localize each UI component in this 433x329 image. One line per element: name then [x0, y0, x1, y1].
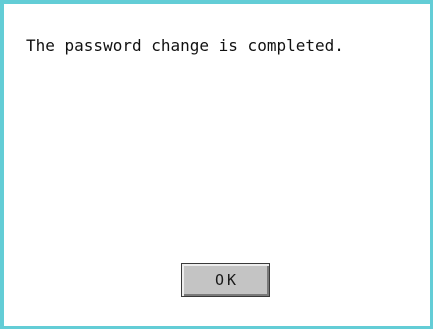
- completion-message: The password change is completed.: [26, 36, 344, 55]
- ok-button[interactable]: OK: [181, 263, 270, 297]
- password-change-complete-dialog: The password change is completed. OK: [0, 0, 433, 329]
